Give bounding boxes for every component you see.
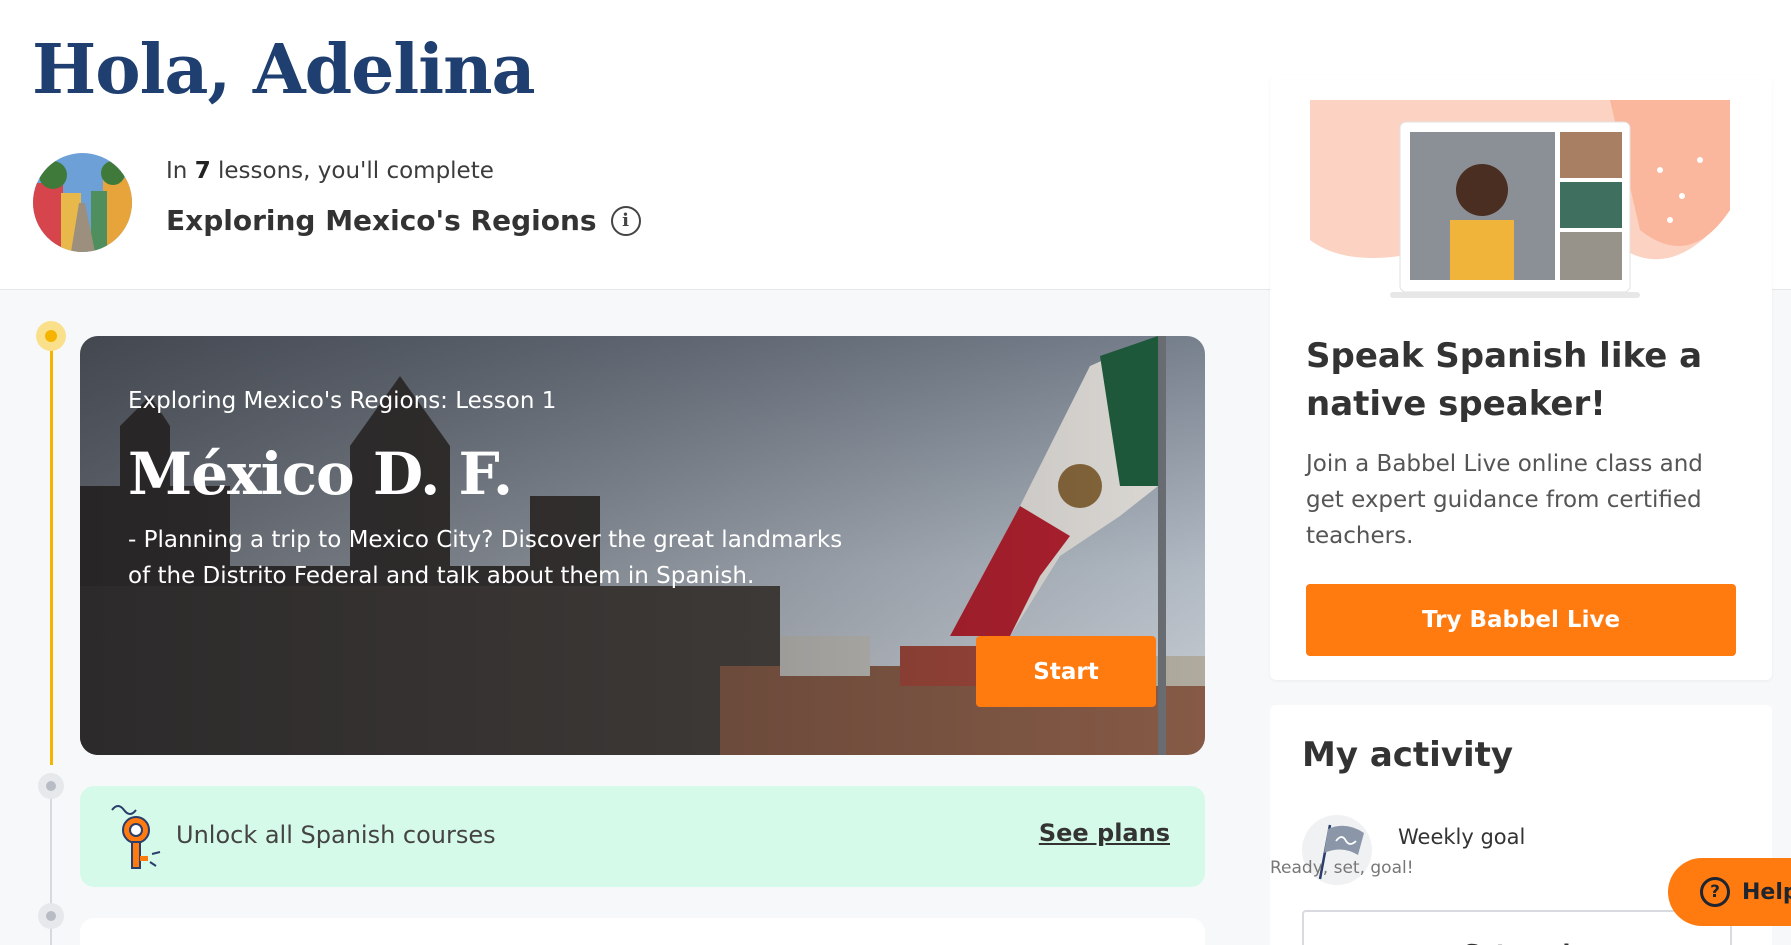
unlock-courses-text: Unlock all Spanish courses bbox=[176, 821, 496, 849]
lesson-description: - Planning a trip to Mexico City? Discov… bbox=[128, 527, 843, 589]
video-call-illustration bbox=[1310, 100, 1730, 298]
course-avatar bbox=[33, 153, 132, 252]
lessons-count: 7 bbox=[194, 158, 211, 184]
next-lesson-card[interactable] bbox=[80, 918, 1205, 945]
info-icon[interactable]: i bbox=[610, 205, 641, 236]
timeline-dot bbox=[38, 903, 64, 929]
timeline-dot-current bbox=[36, 321, 66, 351]
lesson-kicker: Exploring Mexico's Regions: Lesson 1 bbox=[128, 388, 557, 414]
start-lesson-button[interactable]: Start bbox=[976, 636, 1156, 707]
progress-prefix: In bbox=[166, 158, 188, 184]
timeline-progress-line bbox=[50, 335, 53, 765]
promo-description: Join a Babbel Live online class and get … bbox=[1306, 451, 1703, 549]
lesson-card[interactable]: Exploring Mexico's Regions: Lesson 1 Méx… bbox=[80, 336, 1205, 755]
question-icon: ? bbox=[1700, 877, 1730, 907]
key-icon bbox=[111, 805, 161, 869]
greeting-heading: Hola, Adelina bbox=[32, 30, 536, 110]
street-photo-icon bbox=[33, 153, 132, 252]
babbel-live-promo-card: Speak Spanish like a native speaker! Joi… bbox=[1270, 76, 1772, 680]
promo-title: Speak Spanish like a native speaker! bbox=[1306, 336, 1703, 424]
try-babbel-live-button[interactable]: Try Babbel Live bbox=[1306, 584, 1736, 656]
lesson-title: México D. F. bbox=[128, 440, 513, 508]
help-label: Help bbox=[1742, 879, 1791, 905]
progress-suffix: lessons, you'll complete bbox=[218, 158, 494, 184]
lessons-progress-text: In 7 lessons, you'll complete bbox=[166, 158, 494, 184]
course-title-text: Exploring Mexico's Regions bbox=[166, 204, 597, 237]
weekly-goal-label: Weekly goal bbox=[1398, 825, 1526, 849]
unlock-courses-banner: Unlock all Spanish courses See plans bbox=[80, 786, 1205, 887]
timeline-dot bbox=[38, 773, 64, 799]
set-goal-button[interactable]: Set goal bbox=[1302, 910, 1732, 945]
help-button[interactable]: ? Help bbox=[1668, 858, 1791, 926]
see-plans-link[interactable]: See plans bbox=[1039, 819, 1170, 847]
course-title: Exploring Mexico's Regions i bbox=[166, 204, 641, 237]
activity-title: My activity bbox=[1302, 735, 1514, 775]
weekly-goal-subtitle: Ready, set, goal! bbox=[1270, 858, 1414, 878]
